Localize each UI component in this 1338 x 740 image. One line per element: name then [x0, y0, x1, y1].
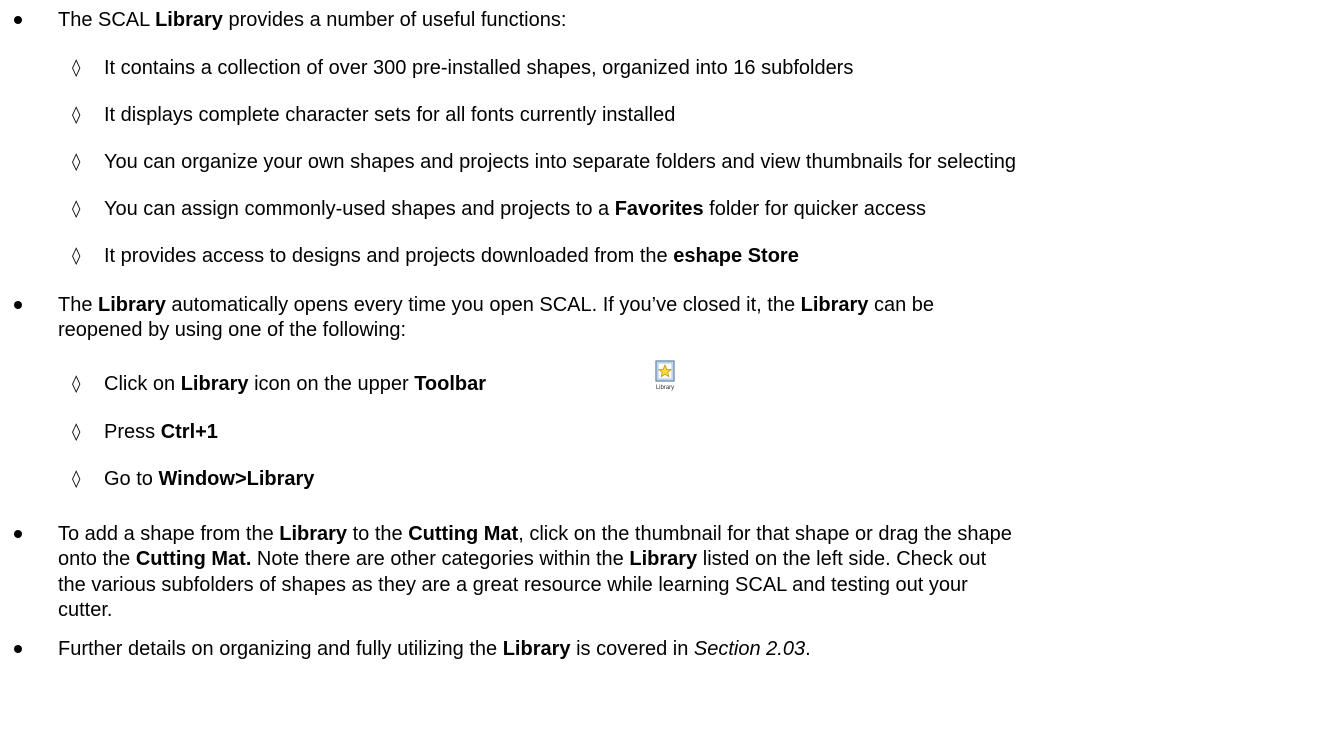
- text-fragment: is covered in: [570, 638, 694, 660]
- text-fragment: automatically opens every time you open …: [165, 294, 801, 316]
- sub-item-2: It displays complete character sets for …: [104, 104, 676, 126]
- bullet-4: [14, 645, 22, 653]
- sub-item-window-library: Go to Window>Library: [104, 467, 314, 491]
- text-fragment: to the: [347, 523, 409, 545]
- text-fragment: The: [58, 294, 99, 316]
- diamond-bullet: ◊: [72, 374, 81, 394]
- library-term: Library: [180, 373, 249, 395]
- bullet-2: [14, 301, 22, 309]
- eshape-store-term: eshape Store: [673, 245, 799, 267]
- toolbar-term: Toolbar: [414, 373, 487, 395]
- library-term: Library: [155, 9, 223, 31]
- text-fragment: provides a number of useful functions:: [222, 9, 567, 31]
- section-reference: Section 2.03: [693, 638, 806, 660]
- sub-item-5: It provides access to designs and projec…: [104, 244, 799, 268]
- sub-item-click-library: Click on Library icon on the upper Toolb…: [104, 372, 486, 396]
- bullet-4-text: Further details on organizing and fully …: [58, 637, 811, 661]
- sub-item-3: You can organize your own shapes and pro…: [104, 151, 1017, 173]
- diamond-bullet: ◊: [72, 58, 81, 78]
- bullet-3-line-2: onto the Cutting Mat. Note there are oth…: [58, 547, 986, 571]
- diamond-bullet: ◊: [72, 246, 81, 266]
- sub-item-4: You can assign commonly-used shapes and …: [104, 197, 926, 221]
- cutting-mat-term: Cutting Mat: [408, 523, 519, 545]
- bullet-3: [14, 530, 22, 538]
- text-fragment: To add a shape from the: [58, 523, 280, 545]
- library-term: Library: [629, 548, 698, 570]
- text-fragment: Further details on organizing and fully …: [58, 638, 503, 660]
- sub-item-press-ctrl1: Press Ctrl+1: [104, 420, 218, 444]
- text-fragment: onto the: [58, 548, 136, 570]
- bullet-1-text: The SCAL Library provides a number of us…: [58, 8, 566, 32]
- text-fragment: can be: [868, 294, 935, 316]
- text-fragment: listed on the left side. Check out: [697, 548, 987, 570]
- text-fragment: You can assign commonly-used shapes and …: [104, 198, 615, 220]
- text-fragment: Press: [104, 421, 161, 443]
- text-fragment: , click on the thumbnail for that shape …: [518, 523, 1012, 545]
- bullet-3-line-4: cutter.: [58, 599, 113, 621]
- library-term: Library: [800, 294, 869, 316]
- bullet-2-line-2: reopened by using one of the following:: [58, 319, 407, 341]
- text-fragment: The SCAL: [58, 9, 156, 31]
- diamond-bullet: ◊: [72, 469, 81, 489]
- library-term: Library: [502, 638, 571, 660]
- diamond-bullet: ◊: [72, 199, 81, 219]
- text-fragment: Note there are other categories within t…: [251, 548, 630, 570]
- sub-item-1: It contains a collection of over 300 pre…: [104, 57, 854, 79]
- text-fragment: It provides access to designs and projec…: [104, 245, 674, 267]
- library-icon-label: Library: [656, 385, 674, 391]
- shortcut-term: Ctrl+1: [160, 421, 218, 443]
- text-fragment: .: [805, 638, 811, 660]
- bullet-1: [14, 16, 22, 24]
- cutting-mat-term: Cutting Mat.: [135, 548, 252, 570]
- bullet-3-line-3: the various subfolders of shapes as they…: [58, 574, 968, 596]
- text-fragment: Go to: [104, 468, 159, 490]
- text-fragment: folder for quicker access: [703, 198, 926, 220]
- menu-path-term: Window>Library: [158, 468, 315, 490]
- library-term: Library: [279, 523, 348, 545]
- library-icon: Library: [652, 360, 678, 392]
- favorites-term: Favorites: [614, 198, 704, 220]
- bullet-2-line-1: The Library automatically opens every ti…: [58, 293, 934, 317]
- diamond-bullet: ◊: [72, 152, 81, 172]
- text-fragment: Click on: [104, 373, 181, 395]
- text-fragment: icon on the upper: [248, 373, 415, 395]
- diamond-bullet: ◊: [72, 422, 81, 442]
- library-term: Library: [98, 294, 166, 316]
- diamond-bullet: ◊: [72, 105, 81, 125]
- bullet-3-line-1: To add a shape from the Library to the C…: [58, 522, 1012, 546]
